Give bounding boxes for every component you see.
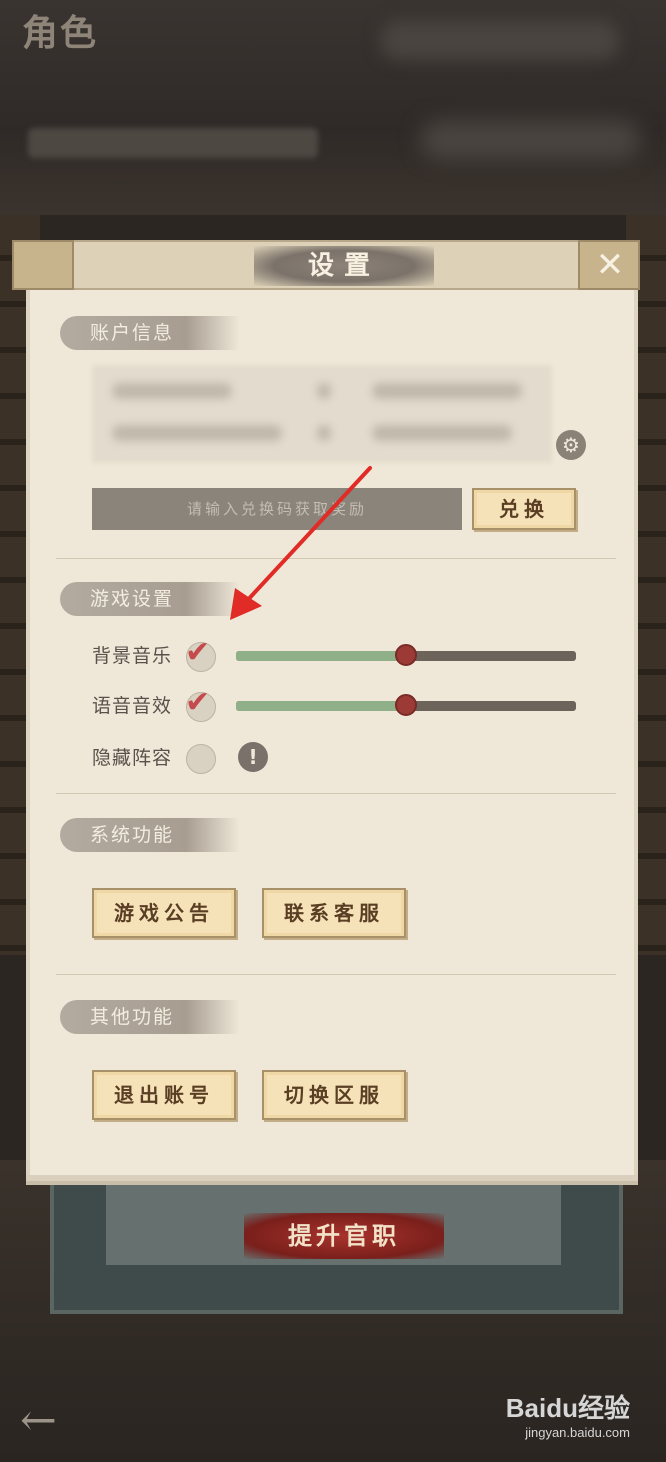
annotation-arrow-shaft bbox=[242, 466, 372, 606]
annotation-arrow bbox=[230, 466, 372, 620]
annotation-arrow-head bbox=[230, 588, 262, 620]
